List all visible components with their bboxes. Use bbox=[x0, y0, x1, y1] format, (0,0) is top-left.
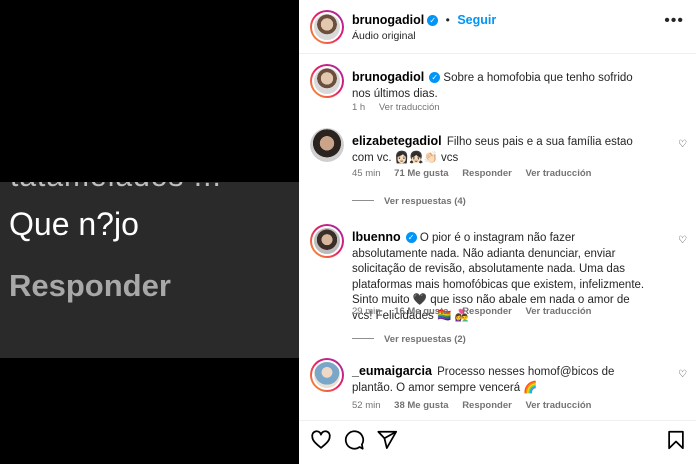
avatar[interactable] bbox=[310, 64, 344, 98]
bookmark-icon[interactable] bbox=[665, 429, 687, 451]
comment-icon[interactable] bbox=[343, 429, 365, 451]
view-replies-label[interactable]: Ver respuestas (2) bbox=[384, 334, 466, 345]
more-options-icon[interactable]: ••• bbox=[664, 12, 684, 30]
comment-time[interactable]: 45 min bbox=[352, 168, 381, 179]
caption-text-block: brunogadiol ✓ Sobre a homofobia que tenho… bbox=[352, 70, 652, 102]
header-username[interactable]: brunogadiol bbox=[352, 13, 424, 27]
comment-meta: 52 min 38 Me gusta Responder Ver traducc… bbox=[352, 400, 602, 411]
heart-icon[interactable]: ♡ bbox=[678, 370, 688, 380]
post-media[interactable]: tatamelados ... Que n?jo Responder bbox=[0, 0, 299, 464]
caption-time[interactable]: 1 h bbox=[352, 102, 365, 113]
share-icon[interactable] bbox=[376, 429, 398, 451]
follow-button[interactable]: Seguir bbox=[457, 13, 496, 27]
avatar[interactable] bbox=[310, 128, 344, 162]
comment-reply-button[interactable]: Responder bbox=[462, 306, 512, 317]
comment-username[interactable]: _eumaigarcia bbox=[352, 364, 432, 378]
comment-likes[interactable]: 71 Me gusta bbox=[394, 168, 448, 179]
comment-reply-button[interactable]: Responder bbox=[462, 400, 512, 411]
comment-reply-button[interactable]: Responder bbox=[462, 168, 512, 179]
verified-icon: ✓ bbox=[427, 15, 439, 26]
comment-time[interactable]: 29 min bbox=[352, 306, 381, 317]
comment-meta: 29 min 16 Me gusta Responder Ver traducc… bbox=[352, 306, 602, 317]
heart-icon[interactable]: ♡ bbox=[678, 236, 688, 246]
media-comment-text: Que n?jo bbox=[9, 206, 139, 242]
comment-username[interactable]: elizabetegadiol bbox=[352, 134, 442, 148]
heart-icon[interactable]: ♡ bbox=[678, 140, 688, 150]
caption-meta: 1 h Ver traducción bbox=[352, 102, 451, 113]
verified-icon: ✓ bbox=[405, 232, 417, 243]
media-mask bbox=[0, 160, 299, 182]
avatar[interactable] bbox=[310, 10, 344, 44]
view-replies-label[interactable]: Ver respuestas (4) bbox=[384, 196, 466, 207]
verified-icon: ✓ bbox=[429, 72, 441, 83]
header-user-line: brunogadiol ✓ • Seguir bbox=[352, 11, 496, 29]
comment-likes[interactable]: 16 Me gusta bbox=[394, 306, 448, 317]
replies-line bbox=[352, 200, 374, 201]
comment-text-block: elizabetegadiol Filho seus pais e a sua … bbox=[352, 134, 652, 166]
comment-likes[interactable]: 38 Me gusta bbox=[394, 400, 448, 411]
caption-translate-link[interactable]: Ver traducción bbox=[379, 102, 440, 113]
heart-icon[interactable] bbox=[310, 429, 332, 451]
view-replies-button[interactable]: Ver respuestas (4) bbox=[352, 196, 466, 207]
replies-line bbox=[352, 338, 374, 339]
comment-translate-link[interactable]: Ver traducción bbox=[525, 168, 591, 179]
caption-username[interactable]: brunogadiol bbox=[352, 70, 424, 84]
separator-dot: • bbox=[445, 13, 450, 27]
comment-translate-link[interactable]: Ver traducción bbox=[525, 400, 591, 411]
post-action-bar bbox=[299, 420, 696, 464]
comment-translate-link[interactable]: Ver traducción bbox=[525, 306, 591, 317]
comment-time[interactable]: 52 min bbox=[352, 400, 381, 411]
audio-label[interactable]: Áudio original bbox=[352, 30, 416, 42]
comment-meta: 45 min 71 Me gusta Responder Ver traducc… bbox=[352, 168, 602, 179]
view-replies-button[interactable]: Ver respuestas (2) bbox=[352, 334, 466, 345]
post-header: brunogadiol ✓ • Seguir Áudio original ••• bbox=[299, 0, 696, 54]
post-details-panel: brunogadiol ✓ • Seguir Áudio original •••… bbox=[299, 0, 696, 464]
avatar[interactable] bbox=[310, 224, 344, 258]
media-reply-text: Responder bbox=[9, 268, 171, 303]
comment-username[interactable]: lbuenno bbox=[352, 230, 401, 244]
avatar[interactable] bbox=[310, 358, 344, 392]
comment-text-block: _eumaigarcia Processo nesses homof@bicos… bbox=[352, 364, 652, 396]
